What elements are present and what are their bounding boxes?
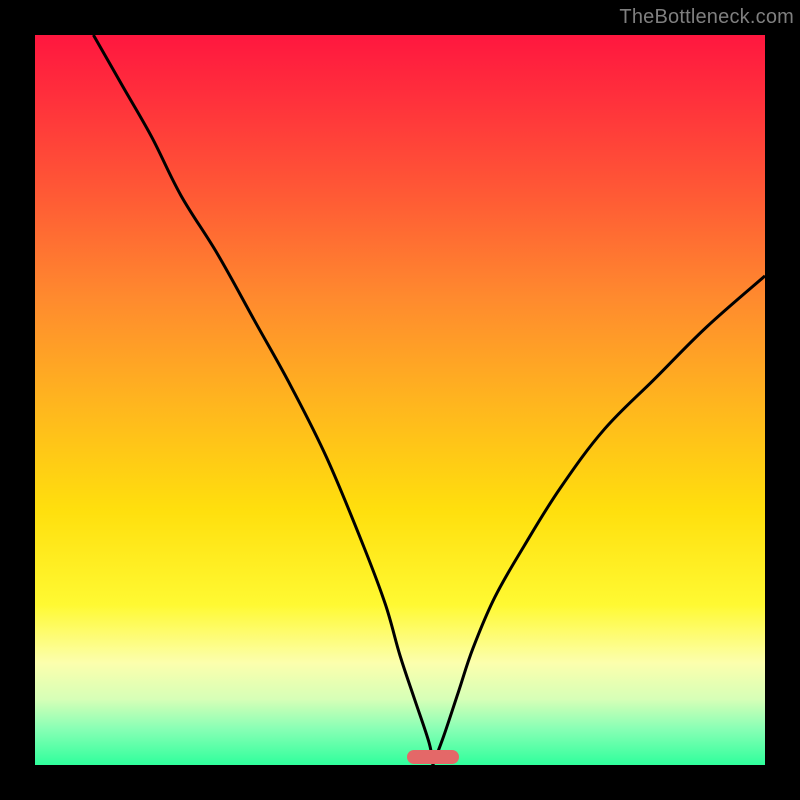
plot-area	[35, 35, 765, 765]
watermark-text: TheBottleneck.com	[619, 6, 794, 29]
bottleneck-curve	[35, 35, 765, 765]
curve-path	[93, 35, 765, 765]
optimum-marker	[407, 750, 459, 764]
chart-frame: TheBottleneck.com	[0, 0, 800, 800]
